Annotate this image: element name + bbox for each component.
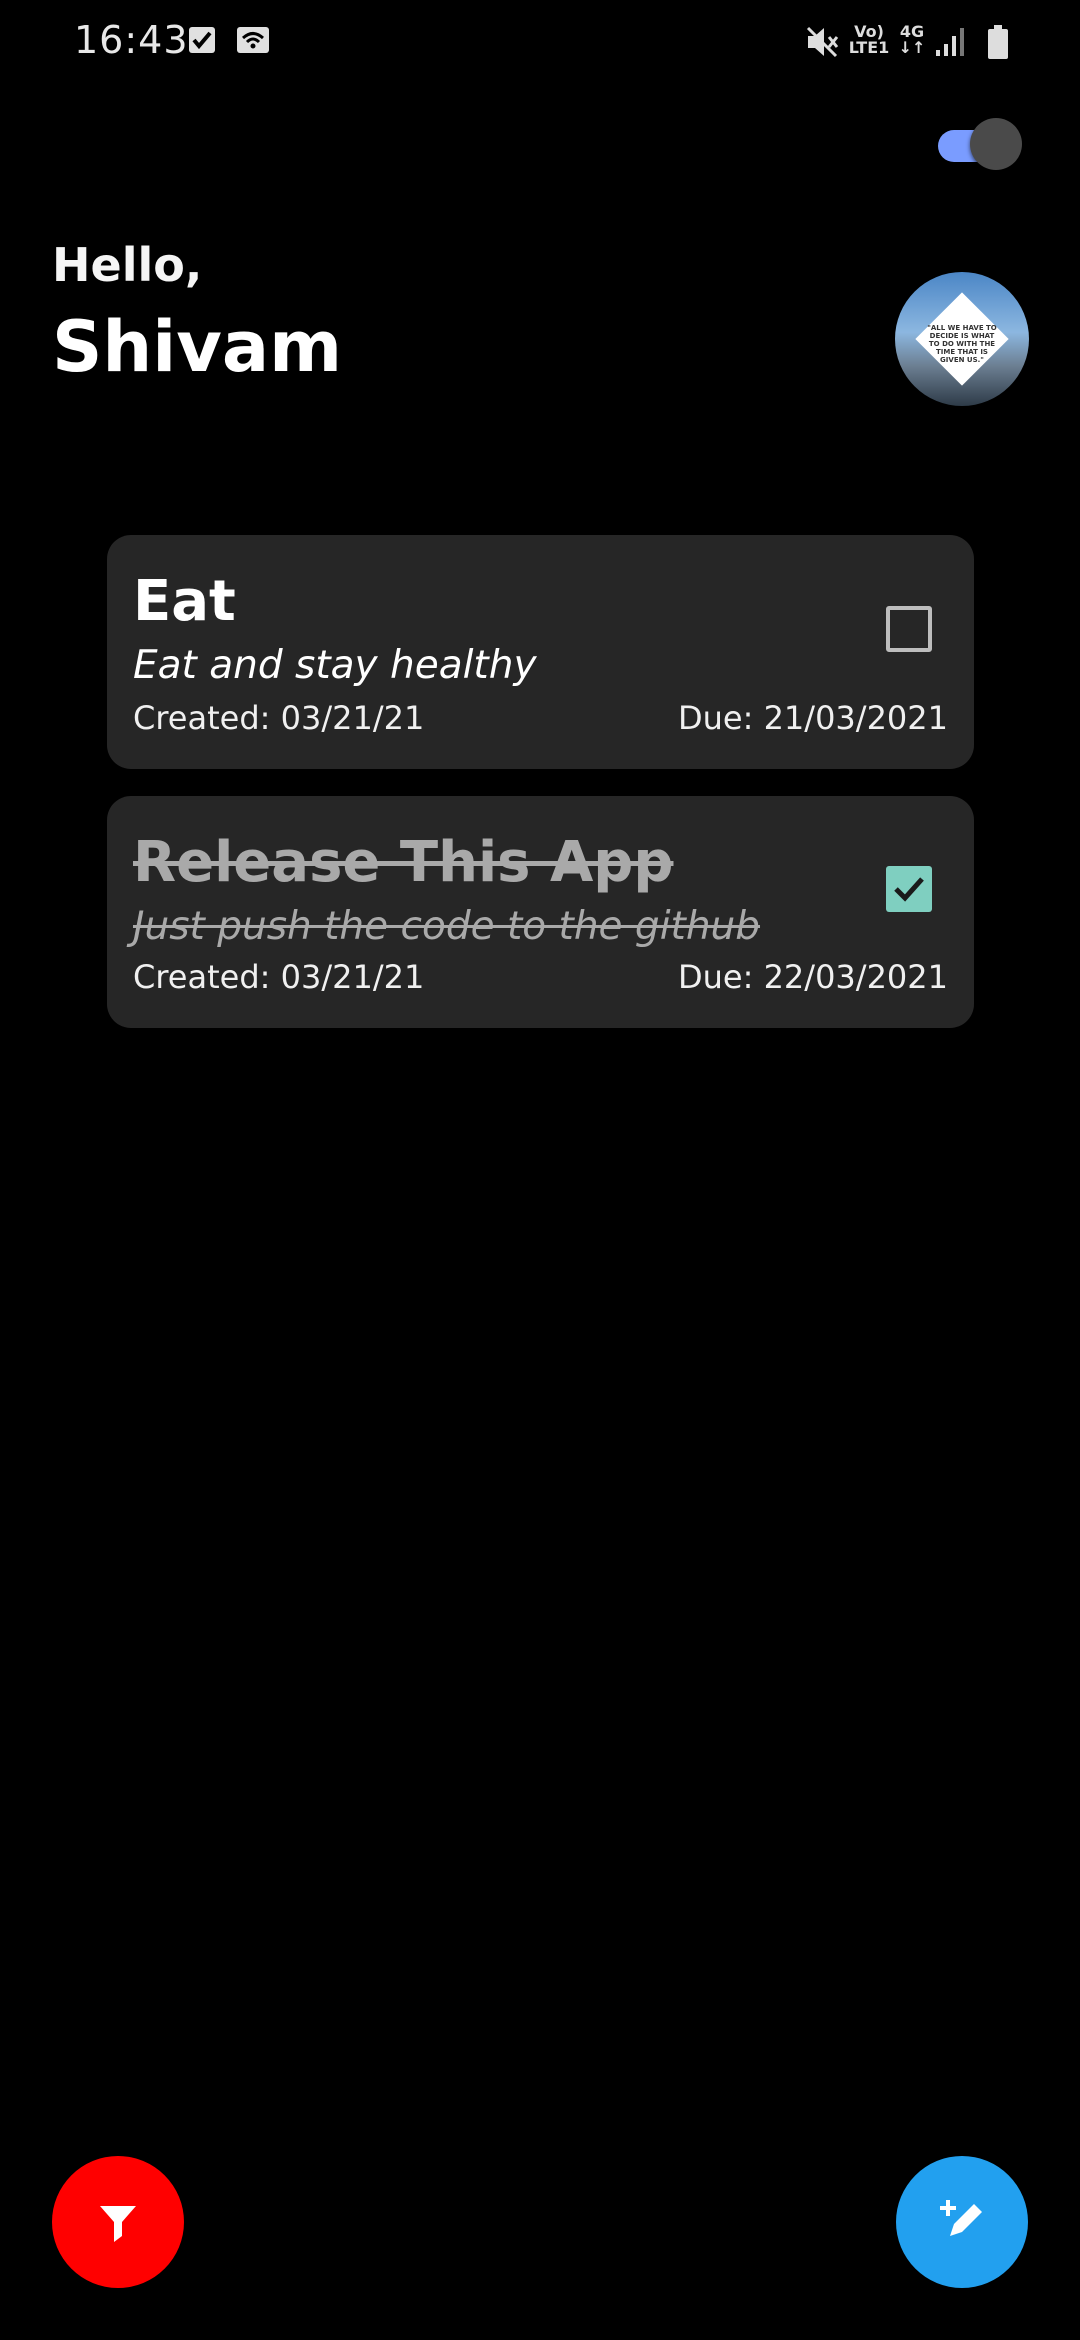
status-bar: 16:43 Vo) LTE1 4G ↓↑ [0, 0, 1080, 84]
check-icon [894, 877, 924, 902]
add-task-button[interactable] [896, 2156, 1028, 2288]
task-title: Eat [133, 569, 236, 634]
volte-line-2: LTE1 [848, 38, 890, 57]
task-card[interactable]: Eat Eat and stay healthy Created: 03/21/… [107, 535, 974, 769]
wifi-call-icon [237, 27, 269, 53]
greeting-text: Hello, [52, 238, 203, 292]
theme-toggle[interactable] [934, 116, 1026, 172]
avatar-quote-text: "ALL WE HAVE TO DECIDE IS WHAT TO DO WIT… [927, 324, 997, 364]
task-due-date: Due: 21/03/2021 [678, 699, 948, 737]
toggle-thumb [970, 118, 1022, 170]
task-complete-checkbox[interactable] [886, 606, 932, 652]
edit-add-icon [940, 2200, 982, 2236]
battery-icon [988, 25, 1008, 59]
task-description: Eat and stay healthy [133, 643, 537, 688]
task-due-date: Due: 22/03/2021 [678, 958, 948, 996]
task-notification-icon [189, 27, 215, 53]
task-card[interactable]: Release This App Just push the code to t… [107, 796, 974, 1028]
network-type: 4G ↓↑ [896, 24, 928, 56]
data-arrows-icon: ↓↑ [898, 38, 926, 57]
task-title: Release This App [133, 830, 674, 895]
task-created-date: Created: 03/21/21 [133, 958, 425, 996]
mute-icon [806, 26, 839, 58]
filter-icon [100, 2206, 136, 2242]
status-time: 16:43 [74, 18, 189, 62]
task-description: Just push the code to the github [133, 904, 761, 949]
task-created-date: Created: 03/21/21 [133, 699, 425, 737]
filter-button[interactable] [52, 2156, 184, 2288]
user-name: Shivam [52, 306, 343, 388]
volte-indicator: Vo) LTE1 [848, 24, 890, 56]
task-complete-checkbox[interactable] [886, 866, 932, 912]
avatar[interactable]: "ALL WE HAVE TO DECIDE IS WHAT TO DO WIT… [895, 272, 1029, 406]
signal-icon [936, 28, 964, 56]
